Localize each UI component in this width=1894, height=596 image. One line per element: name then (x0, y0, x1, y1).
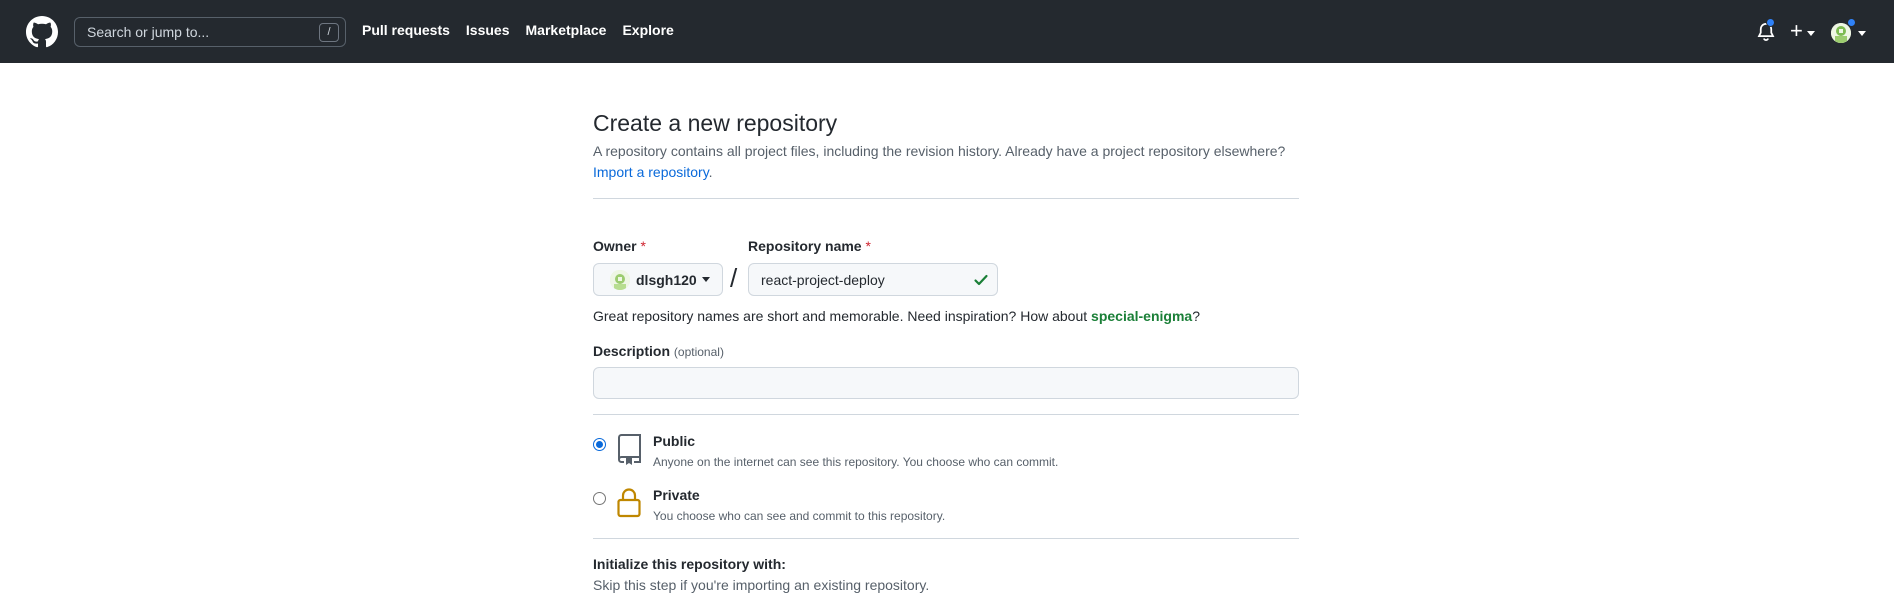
public-description: Anyone on the internet can see this repo… (653, 455, 1059, 469)
owner-select[interactable]: dlsgh120 (593, 263, 723, 296)
public-radio[interactable] (593, 438, 606, 451)
owner-name: dlsgh120 (636, 271, 697, 288)
search-input[interactable]: Search or jump to... / (74, 17, 346, 47)
search-shortcut-key: / (319, 23, 339, 42)
description-input[interactable] (593, 367, 1299, 399)
repo-icon (618, 434, 641, 465)
chevron-down-icon[interactable] (1807, 31, 1815, 36)
check-icon (974, 274, 988, 286)
global-nav: Pull requests Issues Marketplace Explore (362, 22, 674, 38)
nav-marketplace[interactable]: Marketplace (526, 22, 607, 38)
repo-name-hint: Great repository names are short and mem… (593, 308, 1200, 324)
import-repository-link[interactable]: Import a repository (593, 164, 709, 180)
init-section-title: Initialize this repository with: (593, 556, 786, 572)
private-radio[interactable] (593, 492, 606, 505)
description-label: Description (optional) (593, 343, 724, 359)
github-logo-icon[interactable] (26, 16, 58, 48)
import-suffix: . (708, 164, 713, 180)
public-title: Public (653, 433, 696, 449)
page-title: Create a new repository (593, 110, 838, 136)
name-suggestion-link[interactable]: special-enigma (1091, 308, 1192, 324)
optional-marker: (optional) (673, 345, 724, 359)
search-placeholder: Search or jump to... (87, 24, 210, 40)
global-header: Search or jump to... / Pull requests Iss… (0, 0, 1894, 63)
repo-name-value: react-project-deploy (761, 271, 885, 288)
required-marker: * (640, 238, 646, 254)
repo-name-label: Repository name * (748, 238, 871, 254)
divider (593, 198, 1299, 199)
lock-icon (617, 488, 641, 518)
repo-name-input[interactable]: react-project-deploy (748, 263, 998, 296)
owner-avatar (610, 269, 630, 290)
init-section-description: Skip this step if you're importing an ex… (593, 577, 930, 593)
private-title: Private (653, 487, 700, 503)
nav-explore[interactable]: Explore (622, 22, 673, 38)
divider (593, 538, 1299, 539)
chevron-down-icon (701, 277, 710, 282)
page-subtitle: A repository contains all project files,… (593, 143, 1286, 159)
owner-label: Owner * (593, 238, 646, 254)
notification-indicator (1766, 18, 1775, 27)
chevron-down-icon[interactable] (1858, 31, 1866, 36)
private-description: You choose who can see and commit to thi… (653, 509, 946, 523)
nav-pull-requests[interactable]: Pull requests (362, 22, 450, 38)
nav-issues[interactable]: Issues (466, 22, 510, 38)
import-line: Import a repository. (593, 164, 713, 180)
avatar-status-indicator (1847, 18, 1856, 27)
required-marker: * (865, 238, 871, 254)
divider (593, 414, 1299, 415)
owner-repo-separator: / (730, 263, 738, 293)
plus-icon[interactable]: + (1790, 20, 1803, 42)
